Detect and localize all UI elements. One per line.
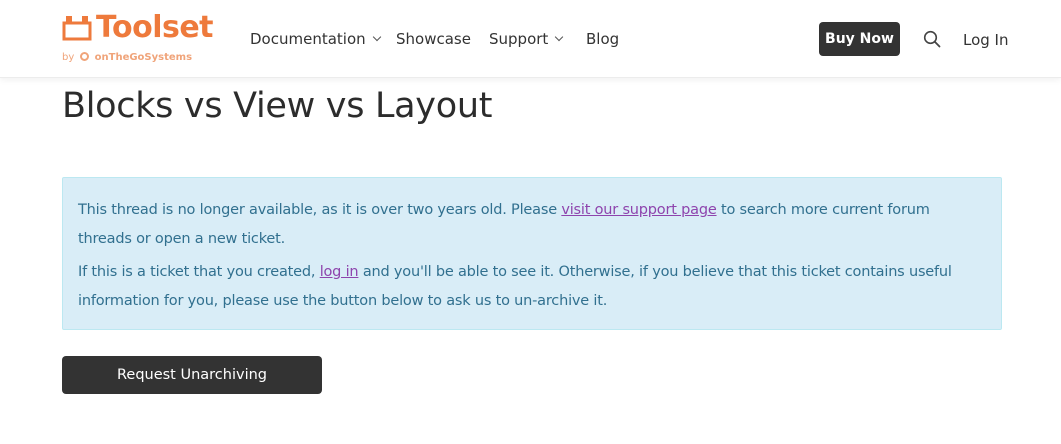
- login-link[interactable]: Log In: [963, 31, 1009, 49]
- nav-item-label: Blog: [586, 30, 620, 48]
- request-unarchiving-button[interactable]: Request Unarchiving: [62, 356, 322, 394]
- archived-thread-notice: This thread is no longer available, as i…: [62, 177, 1002, 330]
- nav-item-label: Showcase: [396, 30, 471, 48]
- notice-paragraph-ownership: If this is a ticket that you created, lo…: [78, 258, 986, 316]
- chevron-down-icon: [555, 32, 564, 42]
- notice-text: This thread is no longer available, as i…: [78, 202, 562, 218]
- logo-by-text: by: [62, 52, 75, 63]
- logo-company: onTheGoSystems: [94, 52, 193, 63]
- chevron-down-icon: [372, 32, 381, 42]
- buy-now-button[interactable]: Buy Now: [819, 22, 900, 56]
- nav-item-blog[interactable]: Blog: [586, 30, 619, 48]
- nav-item-showcase[interactable]: Showcase: [396, 30, 471, 48]
- page-title: Blocks vs View vs Layout: [62, 86, 493, 126]
- toolset-logo-icon: [62, 16, 92, 41]
- notice-login-link[interactable]: log in: [320, 264, 359, 280]
- otgs-ring-icon: [80, 52, 90, 61]
- nav-item-documentation[interactable]: Documentation: [250, 30, 381, 48]
- site-header: Toolset by onTheGoSystems Documentation …: [0, 0, 1061, 78]
- support-page-link[interactable]: visit our support page: [561, 202, 716, 218]
- logo-byline: by onTheGoSystems: [62, 52, 192, 63]
- notice-paragraph-availability: This thread is no longer available, as i…: [78, 196, 986, 254]
- logo-wordmark: Toolset: [96, 10, 214, 45]
- toolset-logo[interactable]: Toolset by onTheGoSystems: [62, 10, 214, 68]
- notice-text: If this is a ticket that you created,: [78, 264, 320, 280]
- nav-item-support[interactable]: Support: [489, 30, 564, 48]
- nav-item-label: Documentation: [250, 30, 366, 48]
- nav-item-label: Support: [489, 30, 549, 48]
- search-icon[interactable]: [923, 30, 941, 48]
